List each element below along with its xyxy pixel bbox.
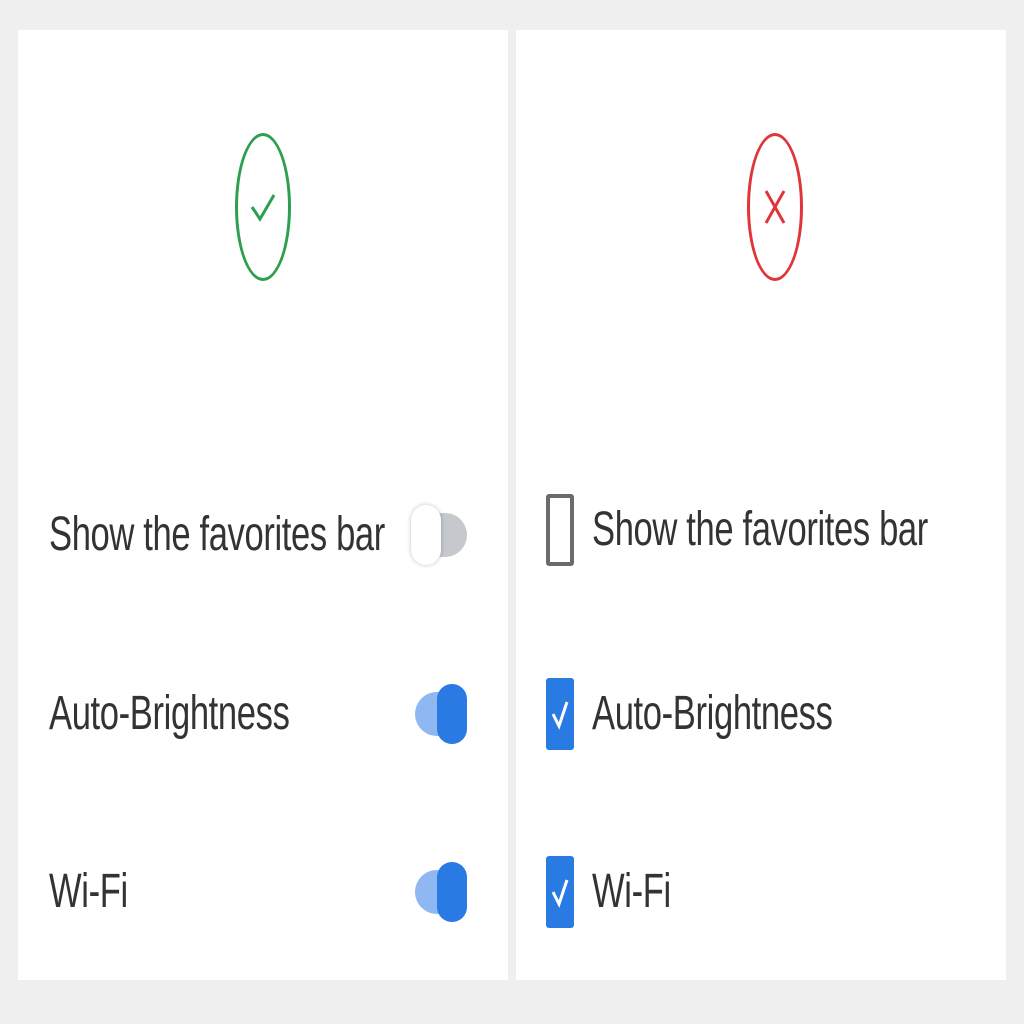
setting-row-favorites-bar: Show the favorites bar [18, 495, 508, 575]
wifi-toggle[interactable] [411, 862, 469, 922]
setting-label: Show the favorites bar [592, 503, 928, 556]
favorites-bar-toggle[interactable] [411, 505, 469, 565]
setting-row-favorites-bar: Show the favorites bar [516, 490, 1006, 570]
setting-label: Wi-Fi [49, 865, 128, 918]
dont-panel: Show the favorites bar Auto-Brightness W… [516, 30, 1006, 980]
do-panel: Show the favorites bar Auto-Brightness W… [18, 30, 508, 980]
setting-label: Wi-Fi [592, 865, 671, 918]
setting-row-wifi: Wi-Fi [516, 852, 1006, 932]
auto-brightness-checkbox[interactable] [546, 678, 574, 750]
check-circle-icon [235, 133, 291, 281]
checkmark-icon [551, 701, 569, 730]
toggle-knob [411, 505, 441, 565]
x-circle-icon [747, 133, 803, 281]
auto-brightness-toggle[interactable] [411, 684, 469, 744]
checkmark-icon [551, 879, 569, 908]
setting-row-auto-brightness: Auto-Brightness [516, 674, 1006, 754]
setting-label: Auto-Brightness [592, 687, 833, 740]
setting-label: Auto-Brightness [49, 687, 290, 740]
setting-label: Show the favorites bar [49, 508, 385, 561]
wifi-checkbox[interactable] [546, 856, 574, 928]
setting-row-wifi: Wi-Fi [18, 852, 508, 932]
comparison-page: Show the favorites bar Auto-Brightness W… [0, 0, 1024, 1024]
toggle-knob [437, 862, 467, 922]
toggle-knob [437, 684, 467, 744]
favorites-bar-checkbox[interactable] [546, 494, 574, 566]
setting-row-auto-brightness: Auto-Brightness [18, 674, 508, 754]
